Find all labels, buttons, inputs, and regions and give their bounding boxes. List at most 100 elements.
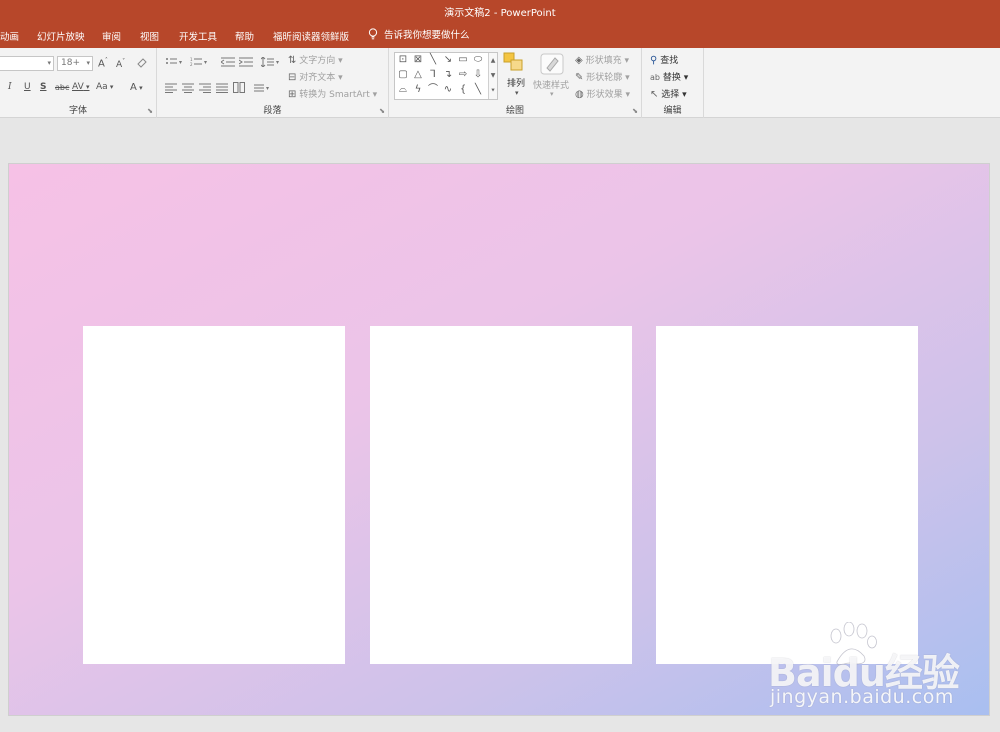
scribble-shape-icon[interactable]: ╲ — [471, 84, 485, 96]
more-shapes-icon[interactable]: ⯆ — [489, 83, 497, 98]
align-left-icon — [165, 83, 177, 93]
font-color-label: A — [130, 82, 137, 93]
oval-shape-icon[interactable]: ⬭ — [471, 54, 485, 66]
powerpoint-window: 演示文稿2 - PowerPoint 动画 幻灯片放映 审阅 视图 开发工具 帮… — [0, 0, 1000, 732]
vertical-text-box-icon[interactable]: ⊠ — [411, 54, 425, 66]
bullets-button[interactable]: ▾ — [165, 57, 185, 70]
char-spacing-button[interactable]: AV ▾ — [72, 82, 90, 92]
curve-shape-icon[interactable]: ∿ — [441, 84, 455, 96]
align-center-icon — [182, 83, 194, 93]
text-direction-icon: ⇅ — [288, 55, 297, 66]
drawing-group-label: 绘图 — [505, 106, 524, 116]
italic-button[interactable]: I — [8, 82, 12, 92]
tab-slideshow[interactable]: 幻灯片放映 — [37, 29, 85, 43]
shapes-gallery-scroll[interactable]: ▲ ▼ ⯆ — [488, 53, 497, 99]
tab-view[interactable]: 视图 — [140, 29, 159, 43]
arrange-label: 排列 — [507, 79, 526, 89]
dialog-launcher-icon[interactable]: ⬊ — [147, 107, 153, 115]
shape-fill-label: 形状填充 — [585, 56, 622, 66]
brace-shape-icon[interactable]: { — [456, 84, 470, 96]
editing-group-label: 编辑 — [663, 106, 682, 116]
line-shape-icon[interactable]: ╲ — [426, 54, 440, 66]
right-arrow-icon[interactable]: ⇨ — [456, 69, 470, 81]
triangle-shape-icon[interactable]: △ — [411, 69, 425, 81]
watermark-url: jingyan.baidu.com — [770, 686, 954, 708]
svg-text:2: 2 — [190, 62, 193, 67]
convert-smartart-button[interactable]: ⊞ 转换为 SmartArt ▾ — [288, 87, 377, 101]
change-case-button[interactable]: Aa ▾ — [96, 82, 113, 92]
white-card-left[interactable] — [83, 326, 345, 664]
numbering-button[interactable]: 1 2 ▾ — [190, 57, 210, 70]
align-left-button[interactable] — [165, 83, 177, 96]
lightning-shape-icon[interactable]: ϟ — [411, 84, 425, 96]
arrow-line-icon[interactable]: ↘ — [441, 54, 455, 66]
font-color-button[interactable]: A ▾ — [130, 82, 143, 93]
align-right-button[interactable] — [199, 83, 211, 96]
down-arrow-icon[interactable]: ⇩ — [471, 69, 485, 81]
align-text-button[interactable]: ⊟ 对齐文本 ▾ — [288, 70, 343, 84]
pen-icon: ✎ — [575, 72, 584, 83]
text-direction-button[interactable]: ⇅ 文字方向 ▾ — [288, 53, 343, 67]
elbow-connector-icon[interactable]: ⅂ — [426, 69, 440, 81]
ribbon-tab-row: 动画 幻灯片放映 审阅 视图 开发工具 帮助 福昕阅读器领鲜版 告诉我你想要做什… — [0, 22, 1000, 48]
numbered-list-icon: 12 ▾ — [190, 57, 207, 67]
shadow-button[interactable]: S — [40, 82, 46, 92]
tab-help[interactable]: 帮助 — [235, 29, 254, 43]
select-button[interactable]: ↖ 选择 ▾ — [650, 87, 687, 101]
tab-review[interactable]: 审阅 — [102, 29, 121, 43]
font-name-combo[interactable]: ▾ — [0, 56, 54, 71]
tell-me-box[interactable]: 告诉我你想要做什么 — [368, 27, 470, 41]
tab-foxit[interactable]: 福昕阅读器领鲜版 — [273, 29, 349, 43]
white-card-center[interactable] — [370, 326, 632, 664]
find-button[interactable]: ⚲ 查找 — [650, 53, 679, 67]
quick-styles-button[interactable] — [539, 52, 565, 79]
freeform-shape-icon[interactable]: ⌓ — [396, 84, 410, 96]
strikethrough-button[interactable]: abc — [55, 83, 69, 92]
replace-button[interactable]: ab 替换 ▾ — [650, 70, 688, 83]
baidu-watermark: Baidu经验 jingyan.baidu.com — [760, 622, 980, 714]
columns-button[interactable] — [233, 82, 245, 96]
shape-effects-button[interactable]: ◍ 形状效果 ▾ — [575, 87, 630, 101]
underline-button[interactable]: U — [24, 82, 31, 92]
white-card-right[interactable] — [656, 326, 918, 664]
paint-bucket-icon: ◈ — [575, 55, 583, 66]
indent-icon — [238, 57, 253, 67]
tab-animations[interactable]: 动画 — [0, 29, 19, 43]
arc-shape-icon[interactable]: ⌒ — [426, 84, 440, 96]
tab-developer[interactable]: 开发工具 — [179, 29, 217, 43]
lightbulb-icon — [368, 28, 378, 40]
window-title: 演示文稿2 - PowerPoint — [444, 7, 556, 19]
align-center-button[interactable] — [182, 83, 194, 96]
rounded-rectangle-icon[interactable]: ▢ — [396, 69, 410, 81]
find-label: 查找 — [660, 56, 679, 66]
replace-icon: ab — [650, 73, 660, 82]
increase-indent-button[interactable] — [238, 57, 253, 70]
shape-fill-button[interactable]: ◈ 形状填充 ▾ — [575, 53, 629, 67]
arrange-button[interactable] — [503, 52, 525, 75]
justify-button[interactable] — [216, 83, 228, 96]
dialog-launcher-icon[interactable]: ⬊ — [632, 107, 638, 115]
clear-format-button[interactable] — [136, 56, 148, 71]
decrease-indent-button[interactable] — [220, 57, 235, 70]
font-size-combo[interactable]: 18+ ▾ — [57, 56, 93, 71]
grow-font-button[interactable]: A˄ — [98, 57, 108, 69]
chevron-down-icon: ▾ — [550, 90, 554, 98]
editing-group: ⚲ 查找 ab 替换 ▾ ↖ 选择 ▾ 编辑 — [642, 48, 704, 118]
font-group-label: 字体 — [68, 106, 87, 116]
line-spacing-button[interactable]: ▾ — [260, 56, 281, 70]
font-size-value: 18+ — [61, 58, 80, 68]
scroll-down-icon[interactable]: ▼ — [489, 68, 497, 83]
align-distribute-button[interactable]: ▾ — [254, 83, 272, 96]
rectangle-shape-icon[interactable]: ▭ — [456, 54, 470, 66]
change-case-label: Aa — [96, 82, 108, 92]
shape-outline-button[interactable]: ✎ 形状轮廓 ▾ — [575, 70, 630, 84]
dialog-launcher-icon[interactable]: ⬊ — [379, 107, 385, 115]
elbow-arrow-icon[interactable]: ↴ — [441, 69, 455, 81]
bullet-list-icon: ▾ — [166, 58, 182, 66]
paragraph-group: ▾ 1 2 ▾ ▾ ⇅ 文字方向 ▾ ⊟ 对齐文本 ▾ ⊞ 转换为 SmartArt… — [157, 48, 389, 118]
shrink-font-button[interactable]: A˅ — [116, 58, 125, 70]
text-box-icon[interactable]: ⊡ — [396, 54, 410, 66]
scroll-up-icon[interactable]: ▲ — [489, 53, 497, 68]
shapes-gallery[interactable]: ⊡ ⊠ ╲ ↘ ▭ ⬭ ▢ △ ⅂ ↴ ⇨ ⇩ ⌓ ϟ ⌒ ∿ { ╲ ▲ ▼ … — [394, 52, 498, 100]
eraser-icon — [137, 58, 147, 68]
